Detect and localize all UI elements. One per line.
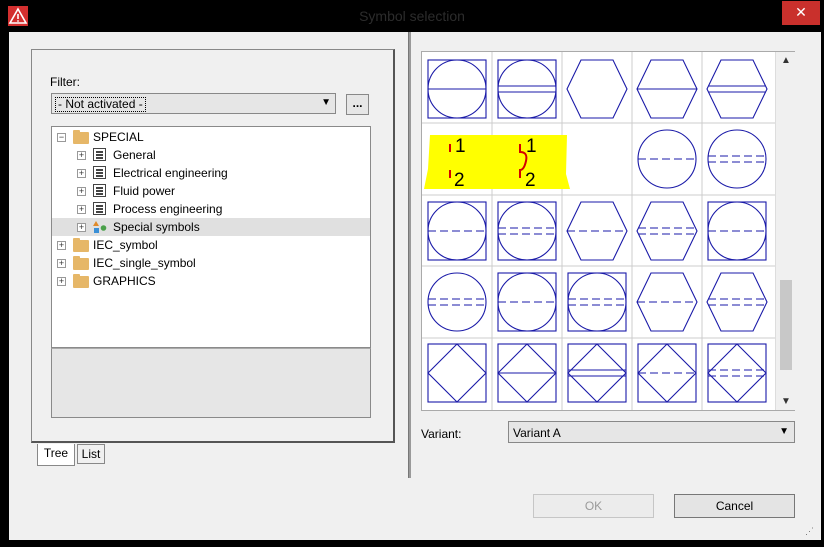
tree-item-graphics[interactable]: + GRAPHICS bbox=[52, 272, 370, 290]
tree-item-general[interactable]: + General bbox=[52, 146, 370, 164]
symbol-circle-box-double-dashed[interactable] bbox=[497, 201, 557, 261]
symbol-hexagon-double-dashed[interactable] bbox=[706, 272, 768, 332]
symbol-tree: − SPECIAL + General + Electrical enginee… bbox=[51, 126, 371, 348]
tree-item-fluid-power[interactable]: + Fluid power bbox=[52, 182, 370, 200]
expand-icon[interactable]: + bbox=[77, 187, 86, 196]
expand-icon[interactable]: + bbox=[57, 241, 66, 250]
tree-label: IEC_single_symbol bbox=[93, 256, 196, 270]
expand-icon[interactable]: + bbox=[57, 277, 66, 286]
special-symbols-icon bbox=[93, 221, 107, 233]
resize-grip-icon[interactable]: ⋰ bbox=[805, 526, 814, 537]
variant-value: Variant A bbox=[513, 426, 561, 440]
symbol-diamond-box-double-line[interactable] bbox=[567, 343, 627, 403]
tree-item-electrical-engineering[interactable]: + Electrical engineering bbox=[52, 164, 370, 182]
ok-button[interactable]: OK bbox=[533, 494, 654, 518]
expand-icon[interactable]: + bbox=[57, 259, 66, 268]
folder-icon bbox=[73, 130, 89, 144]
tree-label: General bbox=[113, 148, 156, 162]
folder-icon bbox=[73, 238, 89, 252]
window-title: Symbol selection bbox=[359, 8, 465, 24]
highlight-marker bbox=[424, 135, 570, 189]
variant-dropdown[interactable]: Variant A ▼ bbox=[508, 421, 795, 443]
symbol-grid-canvas[interactable]: 1 2 1 2 bbox=[422, 52, 775, 410]
symbol-preview bbox=[51, 348, 371, 418]
scroll-thumb[interactable] bbox=[780, 280, 792, 370]
tree-label: GRAPHICS bbox=[93, 274, 156, 288]
chevron-down-icon: ▼ bbox=[321, 97, 331, 108]
symbol-circle-box-dashed[interactable] bbox=[707, 201, 767, 261]
symbol-hexagon[interactable] bbox=[566, 59, 628, 119]
symbol-diamond-box-double-dashed[interactable] bbox=[707, 343, 767, 403]
dialog-client-area: Filter: - Not activated - ▼ ... − SPECIA… bbox=[9, 32, 821, 540]
tree-label: Electrical engineering bbox=[113, 166, 228, 180]
symbol-circle-box-dashed[interactable] bbox=[427, 201, 487, 261]
grid-scrollbar[interactable]: ▲ ▼ bbox=[775, 52, 795, 410]
symbol-hexagon-line[interactable] bbox=[636, 59, 698, 119]
filter-label: Filter: bbox=[50, 75, 80, 89]
expand-icon[interactable]: + bbox=[77, 223, 86, 232]
symbol-circle-double-dashed[interactable] bbox=[427, 272, 487, 332]
tree-item-process-engineering[interactable]: + Process engineering bbox=[52, 200, 370, 218]
filter-dropdown[interactable]: - Not activated - ▼ bbox=[51, 93, 336, 114]
expand-icon[interactable]: + bbox=[77, 169, 86, 178]
close-button[interactable]: ✕ bbox=[782, 1, 820, 25]
cancel-button[interactable]: Cancel bbox=[674, 494, 795, 518]
expand-icon[interactable]: + bbox=[77, 151, 86, 160]
symbol-library-icon bbox=[93, 202, 106, 215]
collapse-icon[interactable]: − bbox=[57, 133, 66, 142]
filter-options-button[interactable]: ... bbox=[346, 94, 369, 115]
tree-label: Fluid power bbox=[113, 184, 176, 198]
terminal-label: 2 bbox=[525, 170, 536, 191]
variant-label: Variant: bbox=[421, 427, 462, 441]
title-bar: Symbol selection ✕ bbox=[0, 0, 824, 32]
terminal-label: 1 bbox=[526, 136, 537, 157]
scroll-down-icon[interactable]: ▼ bbox=[781, 396, 791, 407]
terminal-label: 2 bbox=[454, 170, 465, 191]
tree-item-special[interactable]: − SPECIAL bbox=[52, 128, 370, 146]
tree-item-iec-symbol[interactable]: + IEC_symbol bbox=[52, 236, 370, 254]
tree-item-iec-single-symbol[interactable]: + IEC_single_symbol bbox=[52, 254, 370, 272]
symbol-diamond-box-dashed[interactable] bbox=[637, 343, 697, 403]
tree-label: Special symbols bbox=[113, 220, 200, 234]
symbol-library-icon bbox=[93, 166, 106, 179]
symbol-hexagon-dashed[interactable] bbox=[636, 272, 698, 332]
folder-icon bbox=[73, 274, 89, 288]
symbol-diamond-box-line[interactable] bbox=[497, 343, 557, 403]
tree-item-special-symbols[interactable]: + Special symbols bbox=[52, 218, 370, 236]
folder-icon bbox=[73, 256, 89, 270]
tree-label: IEC_symbol bbox=[93, 238, 158, 252]
symbol-hexagon-double-line[interactable] bbox=[706, 59, 768, 119]
splitter[interactable] bbox=[408, 32, 411, 478]
symbol-library-icon bbox=[93, 184, 106, 197]
filter-value: - Not activated - bbox=[55, 97, 146, 112]
tree-label: SPECIAL bbox=[93, 130, 144, 144]
tree-label: Process engineering bbox=[113, 202, 223, 216]
tab-tree[interactable]: Tree bbox=[37, 444, 75, 466]
symbol-circle-box-dashed[interactable] bbox=[497, 272, 557, 332]
scroll-up-icon[interactable]: ▲ bbox=[781, 55, 791, 66]
symbol-library-icon bbox=[93, 148, 106, 161]
symbol-circle-box-line[interactable] bbox=[427, 59, 487, 119]
symbol-circle-dashed[interactable] bbox=[637, 129, 697, 189]
tab-list[interactable]: List bbox=[77, 444, 105, 464]
symbol-circle-box-double-line[interactable] bbox=[497, 59, 557, 119]
expand-icon[interactable]: + bbox=[77, 205, 86, 214]
symbol-circle-box-double-dashed[interactable] bbox=[567, 272, 627, 332]
symbol-hexagon-double-dashed[interactable] bbox=[636, 201, 698, 261]
symbol-diamond-box[interactable] bbox=[427, 343, 487, 403]
symbol-grid[interactable]: 1 2 1 2 ▲ ▼ bbox=[421, 51, 795, 411]
chevron-down-icon: ▼ bbox=[779, 426, 789, 437]
symbol-hexagon-dashed[interactable] bbox=[566, 201, 628, 261]
symbol-circle-double-dashed[interactable] bbox=[707, 129, 767, 189]
terminal-label: 1 bbox=[455, 136, 466, 157]
